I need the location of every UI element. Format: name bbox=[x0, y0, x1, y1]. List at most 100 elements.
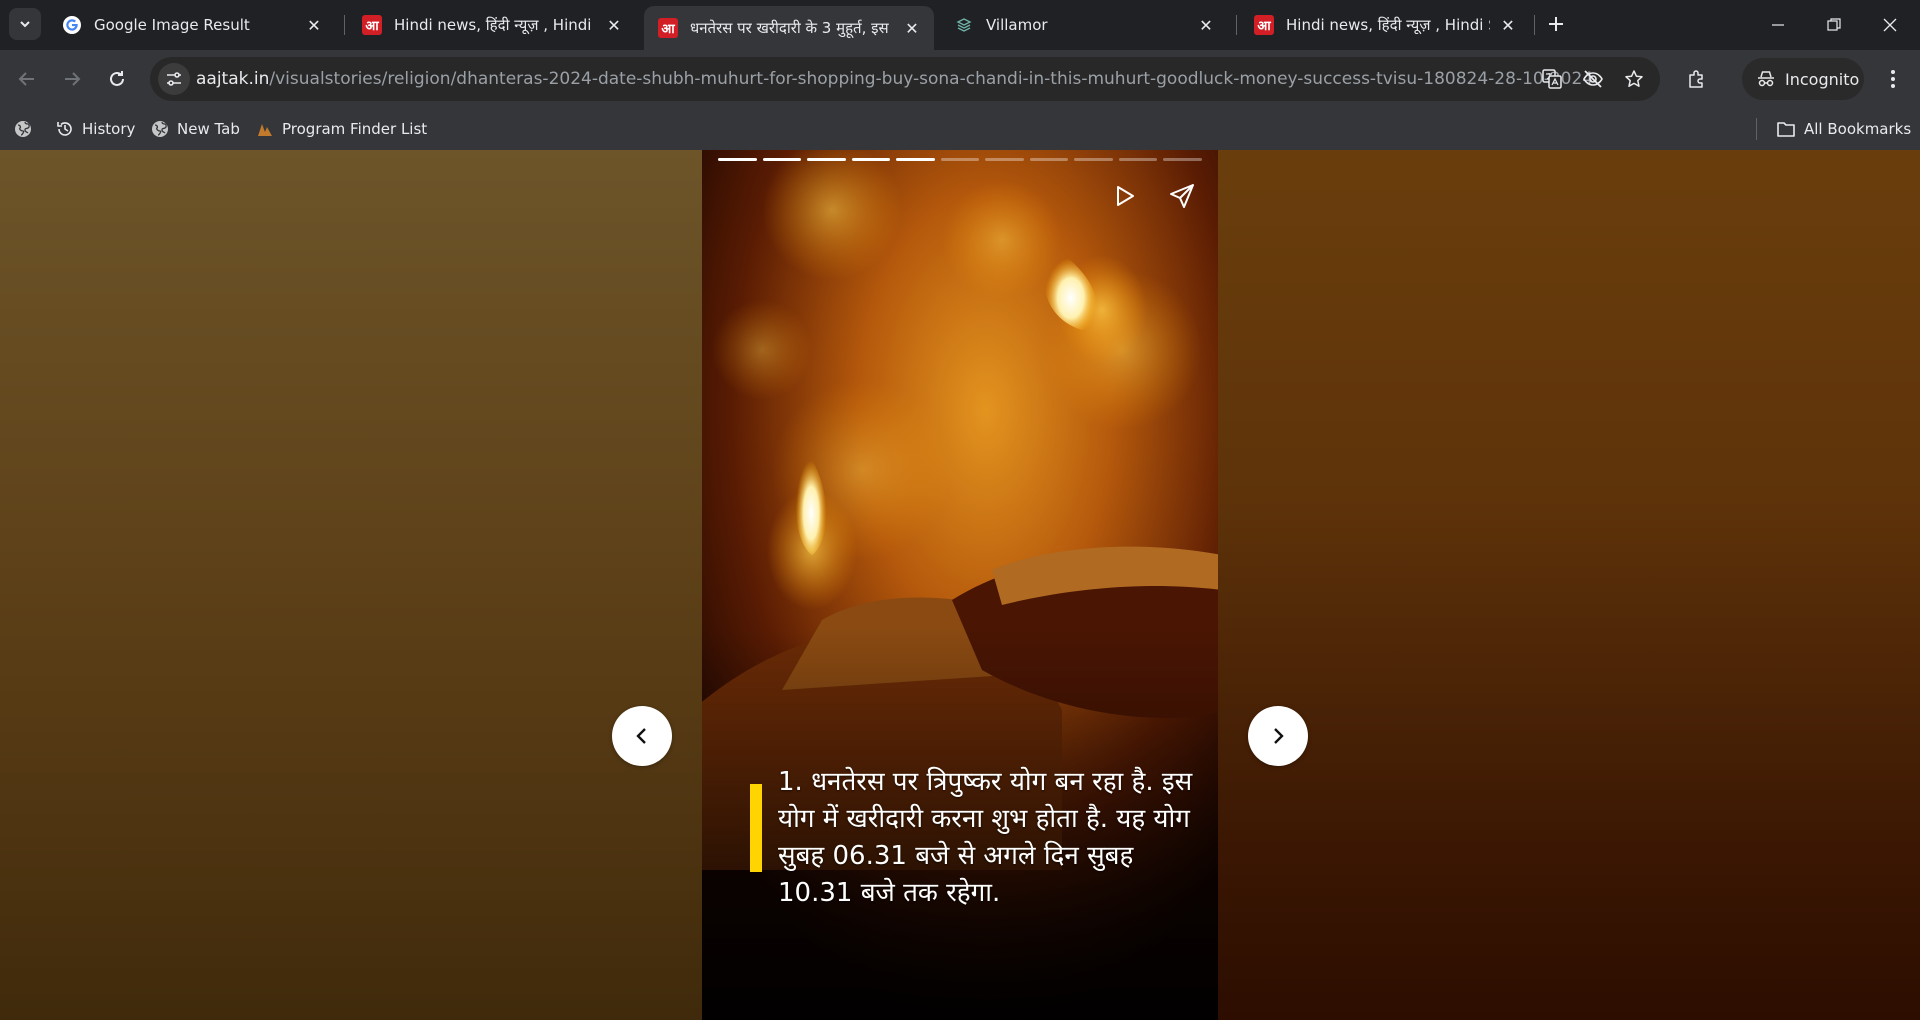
close-icon[interactable]: ✕ bbox=[902, 18, 922, 38]
site-info-button[interactable] bbox=[158, 63, 190, 95]
tracking-protection-button[interactable] bbox=[1581, 67, 1605, 91]
chevron-right-icon bbox=[1274, 728, 1284, 744]
bookmark-new-tab[interactable]: New Tab bbox=[151, 116, 240, 142]
close-icon[interactable]: ✕ bbox=[1196, 15, 1216, 35]
reload-button[interactable] bbox=[100, 62, 134, 96]
progress-segment bbox=[1029, 158, 1069, 161]
tab-title: Villamor bbox=[986, 16, 1048, 34]
bookmark-label: History bbox=[82, 120, 136, 138]
aajtak-icon: आ bbox=[658, 18, 678, 38]
plus-icon bbox=[1549, 17, 1563, 31]
forward-button[interactable] bbox=[55, 62, 89, 96]
back-button[interactable] bbox=[10, 62, 44, 96]
star-icon bbox=[1625, 70, 1643, 87]
play-button[interactable] bbox=[1106, 178, 1142, 214]
progress-segment bbox=[1074, 158, 1113, 161]
bookmark-label: New Tab bbox=[177, 120, 240, 138]
send-icon bbox=[1170, 184, 1194, 208]
progress-segment bbox=[985, 158, 1024, 161]
reload-icon bbox=[110, 71, 124, 86]
tab-hindi-news-2[interactable]: आ Hindi news, हिंदी न्यूज़ , Hindi Samac… bbox=[1240, 6, 1530, 44]
tab-divider bbox=[1236, 15, 1237, 35]
restore-icon bbox=[1827, 18, 1841, 31]
share-button[interactable] bbox=[1164, 178, 1200, 214]
villamor-icon bbox=[954, 15, 974, 35]
incognito-icon bbox=[1758, 71, 1774, 87]
tab-divider bbox=[1534, 15, 1535, 35]
restore-button[interactable] bbox=[1806, 0, 1862, 50]
bookmarks-bar: History New Tab Program Finder List All … bbox=[0, 108, 1920, 150]
aajtak-icon: आ bbox=[1254, 15, 1274, 35]
url-path: /visualstories/religion/dhanteras-2024-d… bbox=[269, 69, 1594, 89]
chevron-down-icon bbox=[20, 21, 30, 28]
tab-title: Hindi news, हिंदी न्यूज़ , Hindi Samacha… bbox=[394, 16, 596, 34]
tab-title: Hindi news, हिंदी न्यूज़ , Hindi Samacha… bbox=[1286, 16, 1490, 34]
arrow-left-icon bbox=[18, 72, 34, 86]
tune-icon bbox=[167, 72, 181, 86]
close-icon[interactable]: ✕ bbox=[1498, 15, 1518, 35]
progress-segment bbox=[1118, 158, 1158, 161]
translate-button[interactable] bbox=[1540, 67, 1564, 91]
tab-title: धनतेरस पर खरीदारी के 3 मुहूर्त, इस bbox=[690, 19, 889, 37]
extensions-button[interactable] bbox=[1680, 62, 1714, 96]
next-story-button[interactable] bbox=[1248, 706, 1308, 766]
minimize-button[interactable] bbox=[1750, 0, 1806, 50]
progress-segment bbox=[940, 158, 980, 161]
all-bookmarks-label: All Bookmarks bbox=[1804, 120, 1912, 138]
globe-icon bbox=[15, 121, 31, 137]
browser-toolbar: aajtak.in/visualstories/religion/dhanter… bbox=[0, 50, 1920, 108]
progress-segment bbox=[851, 158, 891, 161]
story-progress bbox=[718, 158, 1203, 161]
history-icon bbox=[57, 122, 72, 136]
story-panel[interactable]: 1. धनतेरस पर त्रिपुष्कर योग बन रहा है. इ… bbox=[702, 150, 1218, 1020]
translate-icon bbox=[1542, 69, 1562, 89]
caption-accent-bar bbox=[750, 784, 762, 872]
progress-segment bbox=[896, 158, 935, 161]
previous-story-button[interactable] bbox=[612, 706, 672, 766]
bookmark-program-finder[interactable]: Program Finder List bbox=[256, 116, 427, 142]
page-viewport: 1. धनतेरस पर त्रिपुष्कर योग बन रहा है. इ… bbox=[0, 150, 1920, 1020]
close-icon[interactable]: ✕ bbox=[304, 15, 324, 35]
address-bar[interactable]: aajtak.in/visualstories/religion/dhanter… bbox=[150, 57, 1660, 101]
puzzle-icon bbox=[1689, 70, 1703, 88]
all-bookmarks-button[interactable]: All Bookmarks bbox=[1776, 116, 1911, 142]
tab-divider bbox=[344, 15, 345, 35]
arrow-right-icon bbox=[65, 72, 81, 86]
close-window-button[interactable] bbox=[1862, 0, 1918, 50]
bookmarks-divider bbox=[1756, 118, 1757, 140]
bookmark-apps[interactable] bbox=[14, 116, 40, 142]
url-host: aajtak.in bbox=[196, 69, 270, 89]
progress-segment bbox=[1163, 158, 1203, 161]
tab-strip: Google Image Result ✕ आ Hindi news, हिंद… bbox=[0, 0, 1920, 50]
progress-segment bbox=[718, 158, 757, 161]
tab-search-button[interactable] bbox=[9, 8, 41, 40]
close-icon[interactable]: ✕ bbox=[604, 15, 624, 35]
new-tab-button[interactable] bbox=[1542, 10, 1570, 38]
tab-title: Google Image Result bbox=[94, 16, 250, 34]
minimize-icon bbox=[1772, 24, 1784, 26]
bookmark-star-button[interactable] bbox=[1622, 67, 1646, 91]
background-blur-right bbox=[1218, 150, 1920, 1020]
bookmark-label: Program Finder List bbox=[282, 120, 428, 138]
progress-segment bbox=[807, 158, 846, 161]
aajtak-icon: आ bbox=[362, 15, 382, 35]
bookmark-history[interactable]: History bbox=[56, 116, 135, 142]
tab-villamor[interactable]: Villamor ✕ bbox=[940, 6, 1228, 44]
more-vert-icon bbox=[1891, 70, 1895, 88]
background-blur-left bbox=[0, 150, 702, 1020]
incognito-profile-button[interactable]: Incognito bbox=[1742, 58, 1864, 100]
program-finder-icon bbox=[258, 124, 272, 136]
browser-menu-button[interactable] bbox=[1876, 62, 1910, 96]
tab-google-image-result[interactable]: Google Image Result ✕ bbox=[48, 6, 336, 44]
progress-segment bbox=[762, 158, 802, 161]
chevron-left-icon bbox=[636, 728, 646, 744]
tab-hindi-news-1[interactable]: आ Hindi news, हिंदी न्यूज़ , Hindi Samac… bbox=[348, 6, 636, 44]
google-icon bbox=[62, 15, 82, 35]
play-icon bbox=[1117, 186, 1134, 206]
globe-icon bbox=[152, 121, 168, 137]
eye-off-icon bbox=[1583, 70, 1603, 88]
url-text[interactable]: aajtak.in/visualstories/religion/dhanter… bbox=[196, 69, 1593, 89]
incognito-label: Incognito bbox=[1785, 69, 1860, 89]
tab-dhanteras-active[interactable]: आ धनतेरस पर खरीदारी के 3 मुहूर्त, इस ✕ bbox=[644, 6, 934, 50]
caption-text: 1. धनतेरस पर त्रिपुष्कर योग बन रहा है. इ… bbox=[778, 767, 1193, 908]
